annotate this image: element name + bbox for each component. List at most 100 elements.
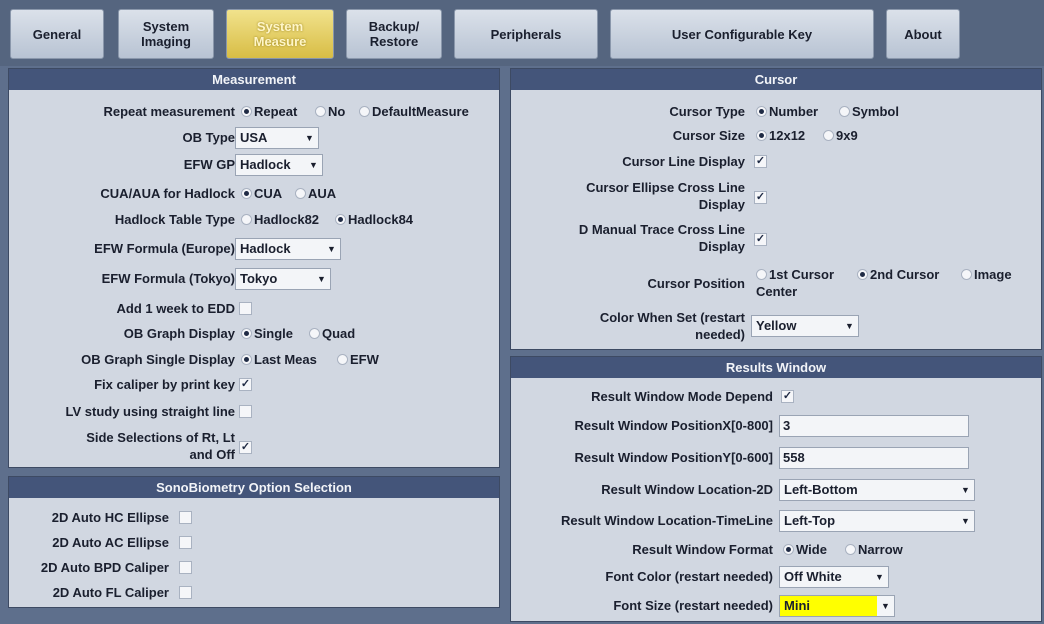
- wide-radio[interactable]: [783, 544, 794, 555]
- quad-radio[interactable]: [309, 328, 320, 339]
- add-week-edd-checkbox[interactable]: [239, 302, 252, 315]
- cursor-ellipse-label: Cursor Ellipse Cross Line Display: [586, 180, 745, 212]
- side-selections-checkbox[interactable]: ✓: [239, 441, 252, 454]
- cursor-line-display-label: Cursor Line Display: [622, 154, 745, 169]
- first-cursor-option: 1st Cursor: [769, 267, 835, 282]
- center-option: Center: [756, 284, 798, 299]
- efw-radio[interactable]: [337, 354, 348, 365]
- chevron-down-icon: ▼: [313, 269, 330, 289]
- auto-fl-caliper-checkbox[interactable]: [179, 586, 192, 599]
- dmanual-trace-checkbox[interactable]: ✓: [754, 233, 767, 246]
- font-color-dropdown[interactable]: Off White ▼: [779, 566, 889, 588]
- sonobiometry-title: SonoBiometry Option Selection: [9, 477, 499, 498]
- narrow-radio[interactable]: [845, 544, 856, 555]
- position-y-input[interactable]: 558: [779, 447, 969, 469]
- chevron-down-icon: ▼: [957, 480, 974, 500]
- auto-bpd-caliper-label: 2D Auto BPD Caliper: [40, 560, 169, 575]
- side-selections-label: Side Selections of Rt, Lt and Off: [86, 430, 235, 462]
- fix-caliper-label: Fix caliper by print key: [94, 377, 235, 392]
- cursor-line-display-checkbox[interactable]: ✓: [754, 155, 767, 168]
- tab-peripherals[interactable]: Peripherals: [454, 9, 598, 59]
- font-color-label: Font Color (restart needed): [605, 569, 773, 584]
- size-9x9-radio[interactable]: [823, 130, 834, 141]
- tab-general[interactable]: General: [10, 9, 104, 59]
- font-size-dropdown[interactable]: Mini ▼: [779, 595, 895, 617]
- add-week-edd-label: Add 1 week to EDD: [116, 301, 235, 316]
- cua-aua-label: CUA/AUA for Hadlock: [100, 186, 235, 201]
- repeat-radio[interactable]: [241, 106, 252, 117]
- cursor-title: Cursor: [511, 69, 1041, 90]
- repeat-option: Repeat: [254, 104, 298, 119]
- color-when-set-dropdown[interactable]: Yellow ▼: [751, 315, 859, 337]
- lv-study-checkbox[interactable]: [239, 405, 252, 418]
- single-option: Single: [254, 326, 294, 341]
- efw-gp-label: EFW GP: [183, 157, 235, 172]
- no-option: No: [328, 104, 346, 119]
- symbol-option: Symbol: [852, 104, 899, 119]
- color-when-set-label: Color When Set (restart needed): [599, 310, 745, 342]
- image-option: Image: [974, 267, 1012, 282]
- auto-bpd-caliper-checkbox[interactable]: [179, 561, 192, 574]
- ob-graph-single-label: OB Graph Single Display: [81, 352, 235, 367]
- cursor-ellipse-checkbox[interactable]: ✓: [754, 191, 767, 204]
- symbol-radio[interactable]: [839, 106, 850, 117]
- chevron-down-icon: ▼: [841, 316, 858, 336]
- efw-tokyo-dropdown[interactable]: Tokyo ▼: [235, 268, 331, 290]
- cursor-type-label: Cursor Type: [669, 104, 745, 119]
- ob-type-dropdown[interactable]: USA ▼: [235, 127, 319, 149]
- efw-tokyo-label: EFW Formula (Tokyo): [101, 271, 235, 286]
- chevron-down-icon: ▼: [301, 128, 318, 148]
- image-center-radio[interactable]: [961, 269, 972, 280]
- mode-depend-label: Result Window Mode Depend: [591, 389, 773, 404]
- aua-option: AUA: [308, 186, 337, 201]
- tab-system-measure[interactable]: System Measure: [226, 9, 334, 59]
- ob-type-label: OB Type: [182, 130, 236, 145]
- no-radio[interactable]: [315, 106, 326, 117]
- fix-caliper-checkbox[interactable]: ✓: [239, 378, 252, 391]
- second-cursor-radio[interactable]: [857, 269, 868, 280]
- measurement-title: Measurement: [9, 69, 499, 90]
- position-x-input[interactable]: 3: [779, 415, 969, 437]
- efw-europe-dropdown[interactable]: Hadlock ▼: [235, 238, 341, 260]
- results-window-panel: Results Window Result Window Mode Depend…: [510, 356, 1042, 622]
- position-y-label: Result Window PositionY[0-600]: [574, 450, 773, 465]
- aua-radio[interactable]: [295, 188, 306, 199]
- auto-hc-ellipse-checkbox[interactable]: [179, 511, 192, 524]
- first-cursor-radio[interactable]: [756, 269, 767, 280]
- efw-option: EFW: [350, 352, 379, 367]
- cua-radio[interactable]: [241, 188, 252, 199]
- hadlock84-option: Hadlock84: [348, 212, 414, 227]
- defaultmeasure-radio[interactable]: [359, 106, 370, 117]
- mode-depend-checkbox[interactable]: ✓: [781, 390, 794, 403]
- size-12x12-radio[interactable]: [756, 130, 767, 141]
- lv-study-label: LV study using straight line: [65, 404, 236, 419]
- number-radio[interactable]: [756, 106, 767, 117]
- efw-gp-dropdown[interactable]: Hadlock ▼: [235, 154, 323, 176]
- cursor-position-label: Cursor Position: [647, 276, 745, 291]
- repeat-measurement-label: Repeat measurement: [103, 104, 236, 119]
- efw-europe-label: EFW Formula (Europe): [94, 241, 235, 256]
- font-size-label: Font Size (restart needed): [613, 598, 773, 613]
- sonobiometry-panel: SonoBiometry Option Selection 2D Auto HC…: [8, 476, 500, 608]
- chevron-down-icon: ▼: [957, 511, 974, 531]
- position-x-label: Result Window PositionX[0-800]: [574, 418, 773, 433]
- tab-backup-restore[interactable]: Backup/ Restore: [346, 9, 442, 59]
- single-radio[interactable]: [241, 328, 252, 339]
- tab-system-imaging[interactable]: System Imaging: [118, 9, 214, 59]
- last-meas-radio[interactable]: [241, 354, 252, 365]
- location-timeline-dropdown[interactable]: Left-Top ▼: [779, 510, 975, 532]
- chevron-down-icon: ▼: [305, 155, 322, 175]
- dmanual-trace-label: D Manual Trace Cross Line Display: [578, 222, 745, 254]
- auto-ac-ellipse-checkbox[interactable]: [179, 536, 192, 549]
- tab-user-configurable-key[interactable]: User Configurable Key: [610, 9, 874, 59]
- hadlock82-radio[interactable]: [241, 214, 252, 225]
- hadlock84-radio[interactable]: [335, 214, 346, 225]
- size-9x9-option: 9x9: [836, 128, 858, 143]
- auto-fl-caliper-label: 2D Auto FL Caliper: [52, 585, 169, 600]
- location-2d-dropdown[interactable]: Left-Bottom ▼: [779, 479, 975, 501]
- chevron-down-icon: ▼: [323, 239, 340, 259]
- quad-option: Quad: [322, 326, 356, 341]
- last-meas-option: Last Meas: [254, 352, 317, 367]
- tab-about[interactable]: About: [886, 9, 960, 59]
- measurement-panel: Measurement Repeat measurement Repeat No…: [8, 68, 500, 468]
